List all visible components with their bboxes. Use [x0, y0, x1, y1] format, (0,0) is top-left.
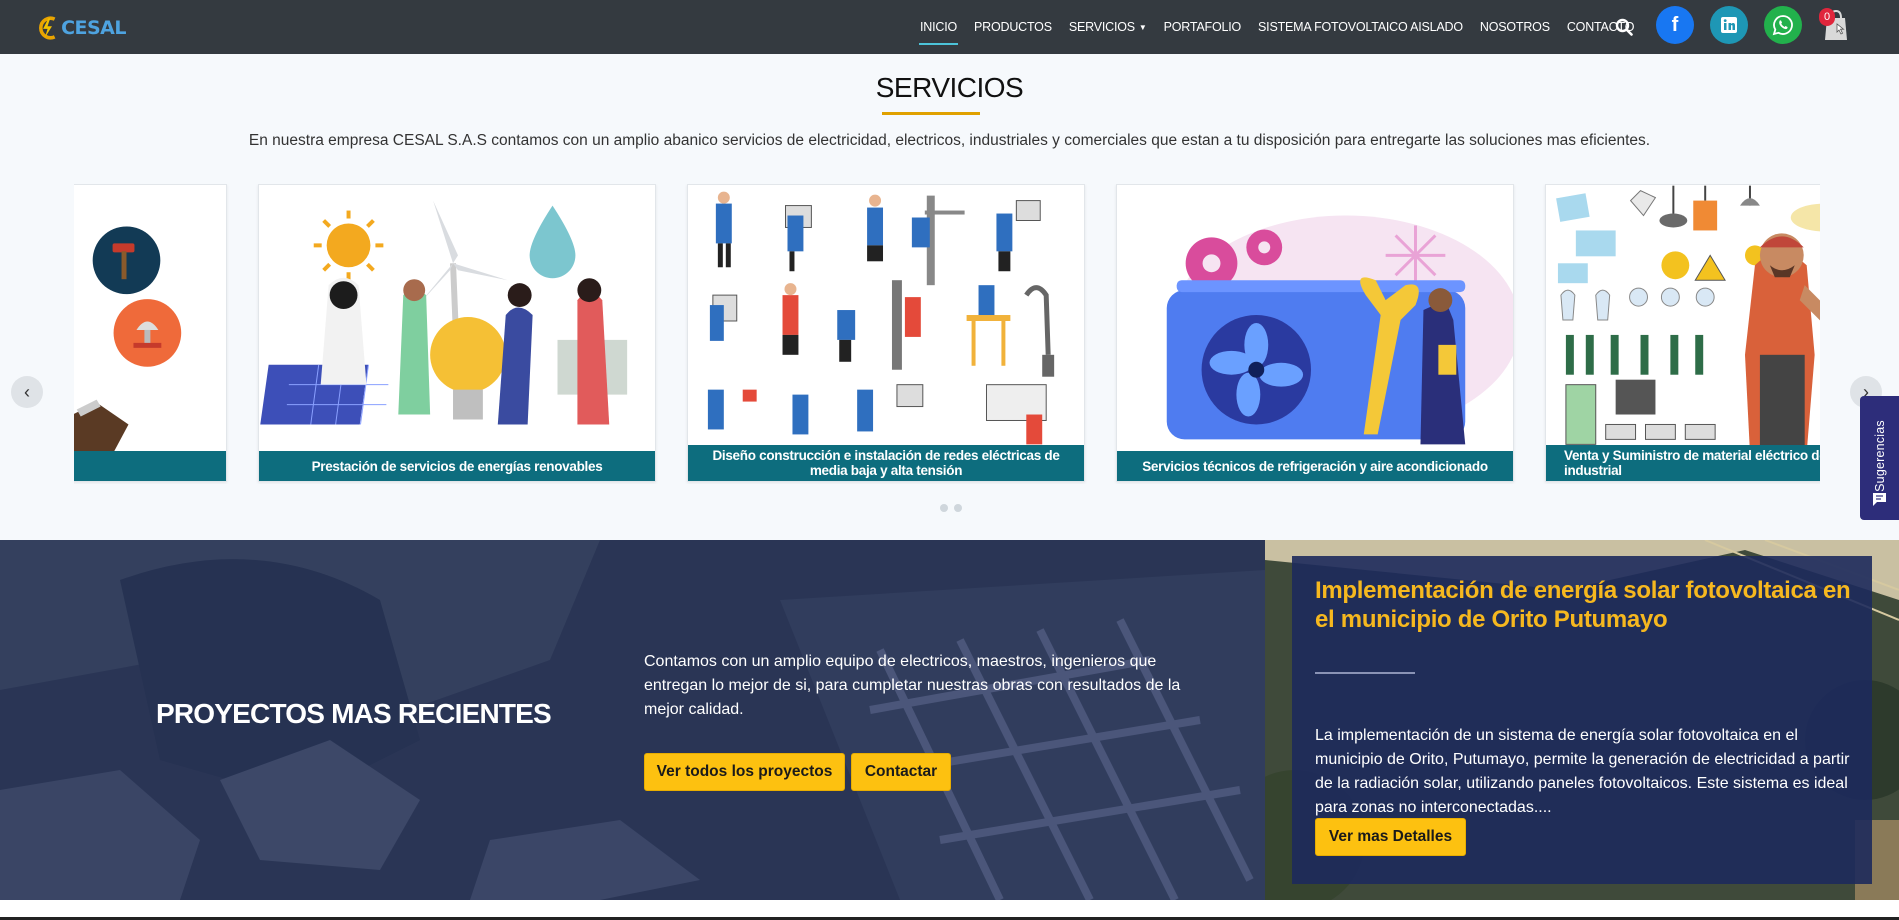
projects-section: PROYECTOS MAS RECIENTES Contamos con un …: [0, 540, 1899, 900]
service-card-redes-electricas[interactable]: Diseño construcción e instalación de red…: [687, 184, 1085, 482]
service-card-refrigeracion[interactable]: Servicios técnicos de refrigeración y ai…: [1116, 184, 1514, 482]
logo-text: CESAL: [61, 17, 126, 39]
caret-down-icon: ▼: [1138, 22, 1147, 32]
cart-button[interactable]: 0: [1817, 6, 1853, 46]
nav-item-nosotros[interactable]: NOSOTROS: [1480, 0, 1550, 54]
carousel-prev-button[interactable]: ‹: [11, 376, 43, 408]
main-menu: INICIO PRODUCTOS SERVICIOS ▼ PORTAFOLIO S…: [919, 0, 1651, 54]
nav-item-inicio[interactable]: INICIO: [919, 0, 958, 54]
projects-description: Contamos con un amplio equipo de electri…: [644, 653, 1181, 718]
view-all-projects-button[interactable]: Ver todos los proyectos: [644, 753, 845, 791]
search-button[interactable]: [1607, 10, 1641, 44]
nav-label: SERVICIOS: [1068, 20, 1135, 34]
top-navbar: CESAL INICIO PRODUCTOS SERVICIOS ▼ PORTAF…: [0, 0, 1899, 54]
facebook-icon: f: [1671, 13, 1679, 36]
projects-title: PROYECTOS MAS RECIENTES: [156, 698, 552, 729]
facebook-button[interactable]: f: [1656, 6, 1694, 44]
nav-item-portafolio[interactable]: PORTAFOLIO: [1163, 0, 1242, 54]
page-bottom-edge: [0, 900, 1899, 920]
service-card-image: +: [259, 185, 655, 453]
nav-label: INICIO: [920, 20, 957, 34]
featured-project-card: Implementación de energía solar fotovolt…: [1292, 556, 1872, 884]
contact-button[interactable]: Contactar: [851, 753, 951, 791]
featured-project-title[interactable]: Implementación de energía solar fotovolt…: [1315, 576, 1855, 634]
service-card-caption: Venta y Suministro de material eléctrico…: [1546, 445, 1820, 481]
service-card-image: [74, 185, 226, 453]
service-card-partial-left[interactable]: viles: [74, 184, 227, 482]
search-icon: [1615, 18, 1633, 36]
divider: [1315, 672, 1415, 674]
service-card-image: [1546, 185, 1820, 453]
linkedin-button[interactable]: [1710, 6, 1748, 44]
featured-project-description: La implementación de un sistema de energ…: [1315, 727, 1850, 816]
services-carousel: viles +: [74, 184, 1820, 484]
service-card-caption: Prestación de servicios de energías reno…: [259, 451, 655, 481]
services-description: En nuestra empresa CESAL S.A.S contamos …: [248, 132, 1651, 149]
nav-item-servicios[interactable]: SERVICIOS ▼: [1069, 0, 1147, 54]
cart-count-badge: 0: [1819, 8, 1835, 26]
chat-icon: [1873, 493, 1886, 506]
carousel-dot[interactable]: [954, 504, 962, 512]
nav-item-productos[interactable]: PRODUCTOS: [974, 0, 1052, 54]
sugerencias-label: Sugerencias: [1873, 420, 1887, 492]
services-section: SERVICIOS En nuestra empresa CESAL S.A.S…: [0, 54, 1899, 540]
whatsapp-icon: [1772, 15, 1793, 36]
service-card-caption: viles: [74, 451, 226, 481]
carousel-dots: [940, 504, 962, 512]
cesal-logo-icon: [39, 16, 56, 40]
featured-project: Implementación de energía solar fotovolt…: [1265, 540, 1899, 900]
logo[interactable]: CESAL: [36, 12, 126, 44]
view-details-button[interactable]: Ver mas Detalles: [1315, 818, 1466, 856]
nav-label: PRODUCTOS: [974, 20, 1052, 34]
service-card-caption: Servicios técnicos de refrigeración y ai…: [1117, 451, 1513, 481]
linkedin-icon: [1721, 17, 1737, 33]
nav-label: NOSOTROS: [1479, 20, 1550, 34]
services-title: SERVICIOS: [875, 72, 1024, 103]
service-card-image: [688, 185, 1084, 453]
nav-label: PORTAFOLIO: [1163, 20, 1242, 34]
sugerencias-tab[interactable]: Sugerencias: [1860, 396, 1899, 520]
carousel-dot[interactable]: [940, 504, 948, 512]
service-card-caption: Diseño construcción e instalación de red…: [688, 445, 1084, 481]
service-card-material-electrico[interactable]: Venta y Suministro de material eléctrico…: [1545, 184, 1820, 482]
whatsapp-button[interactable]: [1764, 6, 1802, 44]
chevron-left-icon: ‹: [24, 381, 30, 402]
nav-item-sistema-fotovoltaico[interactable]: SISTEMA FOTOVOLTAICO AISLADO: [1258, 0, 1463, 54]
title-underline: [882, 112, 980, 115]
service-card-renovables[interactable]: + Prestación de servicios de energías re…: [258, 184, 656, 482]
nav-label: SISTEMA FOTOVOLTAICO AISLADO: [1258, 20, 1463, 34]
service-card-image: [1117, 185, 1513, 453]
